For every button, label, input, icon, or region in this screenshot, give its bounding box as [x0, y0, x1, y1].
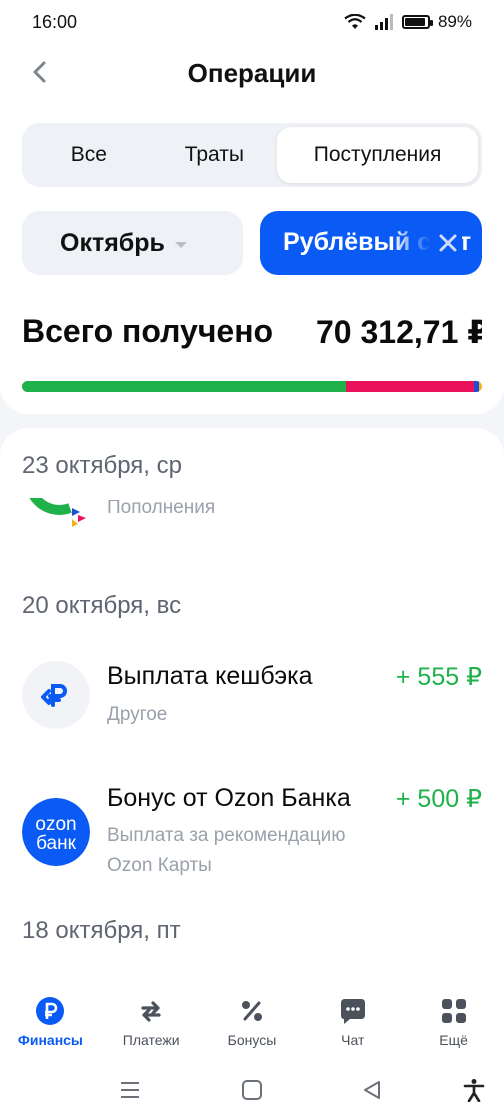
tab-expenses[interactable]: Траты [152, 127, 278, 183]
nav-finance[interactable]: Финансы [0, 988, 101, 1060]
bank-logo-text: банк [36, 833, 77, 854]
cashback-ruble-icon [22, 661, 90, 729]
income-breakdown-bar [22, 381, 482, 392]
total-received-amount: 70 312,71 ₽ [316, 314, 482, 350]
operation-type-tabs: Все Траты Поступления [22, 123, 482, 187]
transaction-category: Выплата за рекомендацию [107, 825, 346, 846]
month-filter-label: Октябрь [60, 228, 165, 257]
date-header: 18 октября, пт [22, 917, 181, 944]
signal-icon [374, 14, 393, 30]
percent-icon [241, 1001, 262, 1021]
transaction-amount: + 555 ₽ [393, 662, 482, 692]
transaction-title: Бонус от Ozon Банка [107, 784, 351, 812]
home-square-icon[interactable] [240, 1078, 264, 1102]
transactions-list: 23 октября, ср Пополнения 20 октября, вс… [0, 428, 504, 988]
close-icon[interactable] [436, 231, 460, 255]
grid-icon [441, 999, 466, 1023]
ozon-logo-text: ozon [35, 814, 76, 835]
nav-label: Бонусы [227, 1032, 277, 1048]
chevron-down-icon [174, 242, 187, 248]
accessibility-icon[interactable] [462, 1078, 486, 1102]
nav-label: Финансы [17, 1032, 83, 1048]
transaction-category: Другое [107, 704, 168, 725]
header-card: 16:00 89% Операции Все Траты Поступления… [0, 0, 504, 414]
topup-icon [29, 498, 86, 527]
nav-payments[interactable]: Платежи [101, 988, 202, 1060]
transaction-title: Выплата кешбэка [107, 662, 313, 690]
breakdown-segment-3 [479, 381, 482, 392]
chat-bubble-icon [340, 999, 365, 1024]
ruble-circle-icon [36, 997, 65, 1025]
breakdown-segment-1 [346, 381, 475, 392]
system-navigation-bar [0, 1060, 504, 1120]
transaction-amount: + 500 ₽ [393, 784, 482, 814]
date-header: 20 октября, вс [22, 592, 182, 619]
month-filter[interactable]: Октябрь [22, 211, 243, 275]
back-triangle-icon[interactable] [360, 1078, 384, 1102]
wifi-icon [344, 14, 366, 29]
page-title: Операции [187, 58, 317, 88]
transfer-arrows-icon [141, 1001, 161, 1022]
status-time: 16:00 [32, 12, 78, 32]
battery-icon [401, 15, 433, 29]
ozon-bank-logo: ozon банк [22, 798, 90, 866]
tab-all[interactable]: Все [26, 127, 152, 183]
nav-more[interactable]: Ещё [403, 988, 504, 1060]
transaction-subtitle: Пополнения [107, 500, 216, 518]
nav-label: Чат [341, 1032, 365, 1048]
nav-label: Ещё [439, 1032, 468, 1048]
account-filter-chip[interactable]: Рублёвый счёт [260, 211, 482, 275]
transaction-card: Ozon Карты [107, 855, 212, 876]
tab-income[interactable]: Поступления [277, 127, 479, 183]
breakdown-segment-0 [22, 381, 347, 392]
nav-bonuses[interactable]: Бонусы [202, 988, 303, 1060]
total-received-label: Всего получено [22, 313, 274, 349]
nav-label: Платежи [122, 1032, 180, 1048]
battery-percent: 89% [437, 12, 472, 31]
date-header: 23 октября, ср [22, 452, 182, 479]
bottom-navigation: Финансы Платежи Бонусы Чат Ещё [0, 988, 504, 1060]
nav-chat[interactable]: Чат [302, 988, 403, 1060]
status-icons: 89% [344, 12, 472, 32]
status-bar: 16:00 89% [0, 0, 504, 44]
menu-icon[interactable] [118, 1078, 142, 1102]
